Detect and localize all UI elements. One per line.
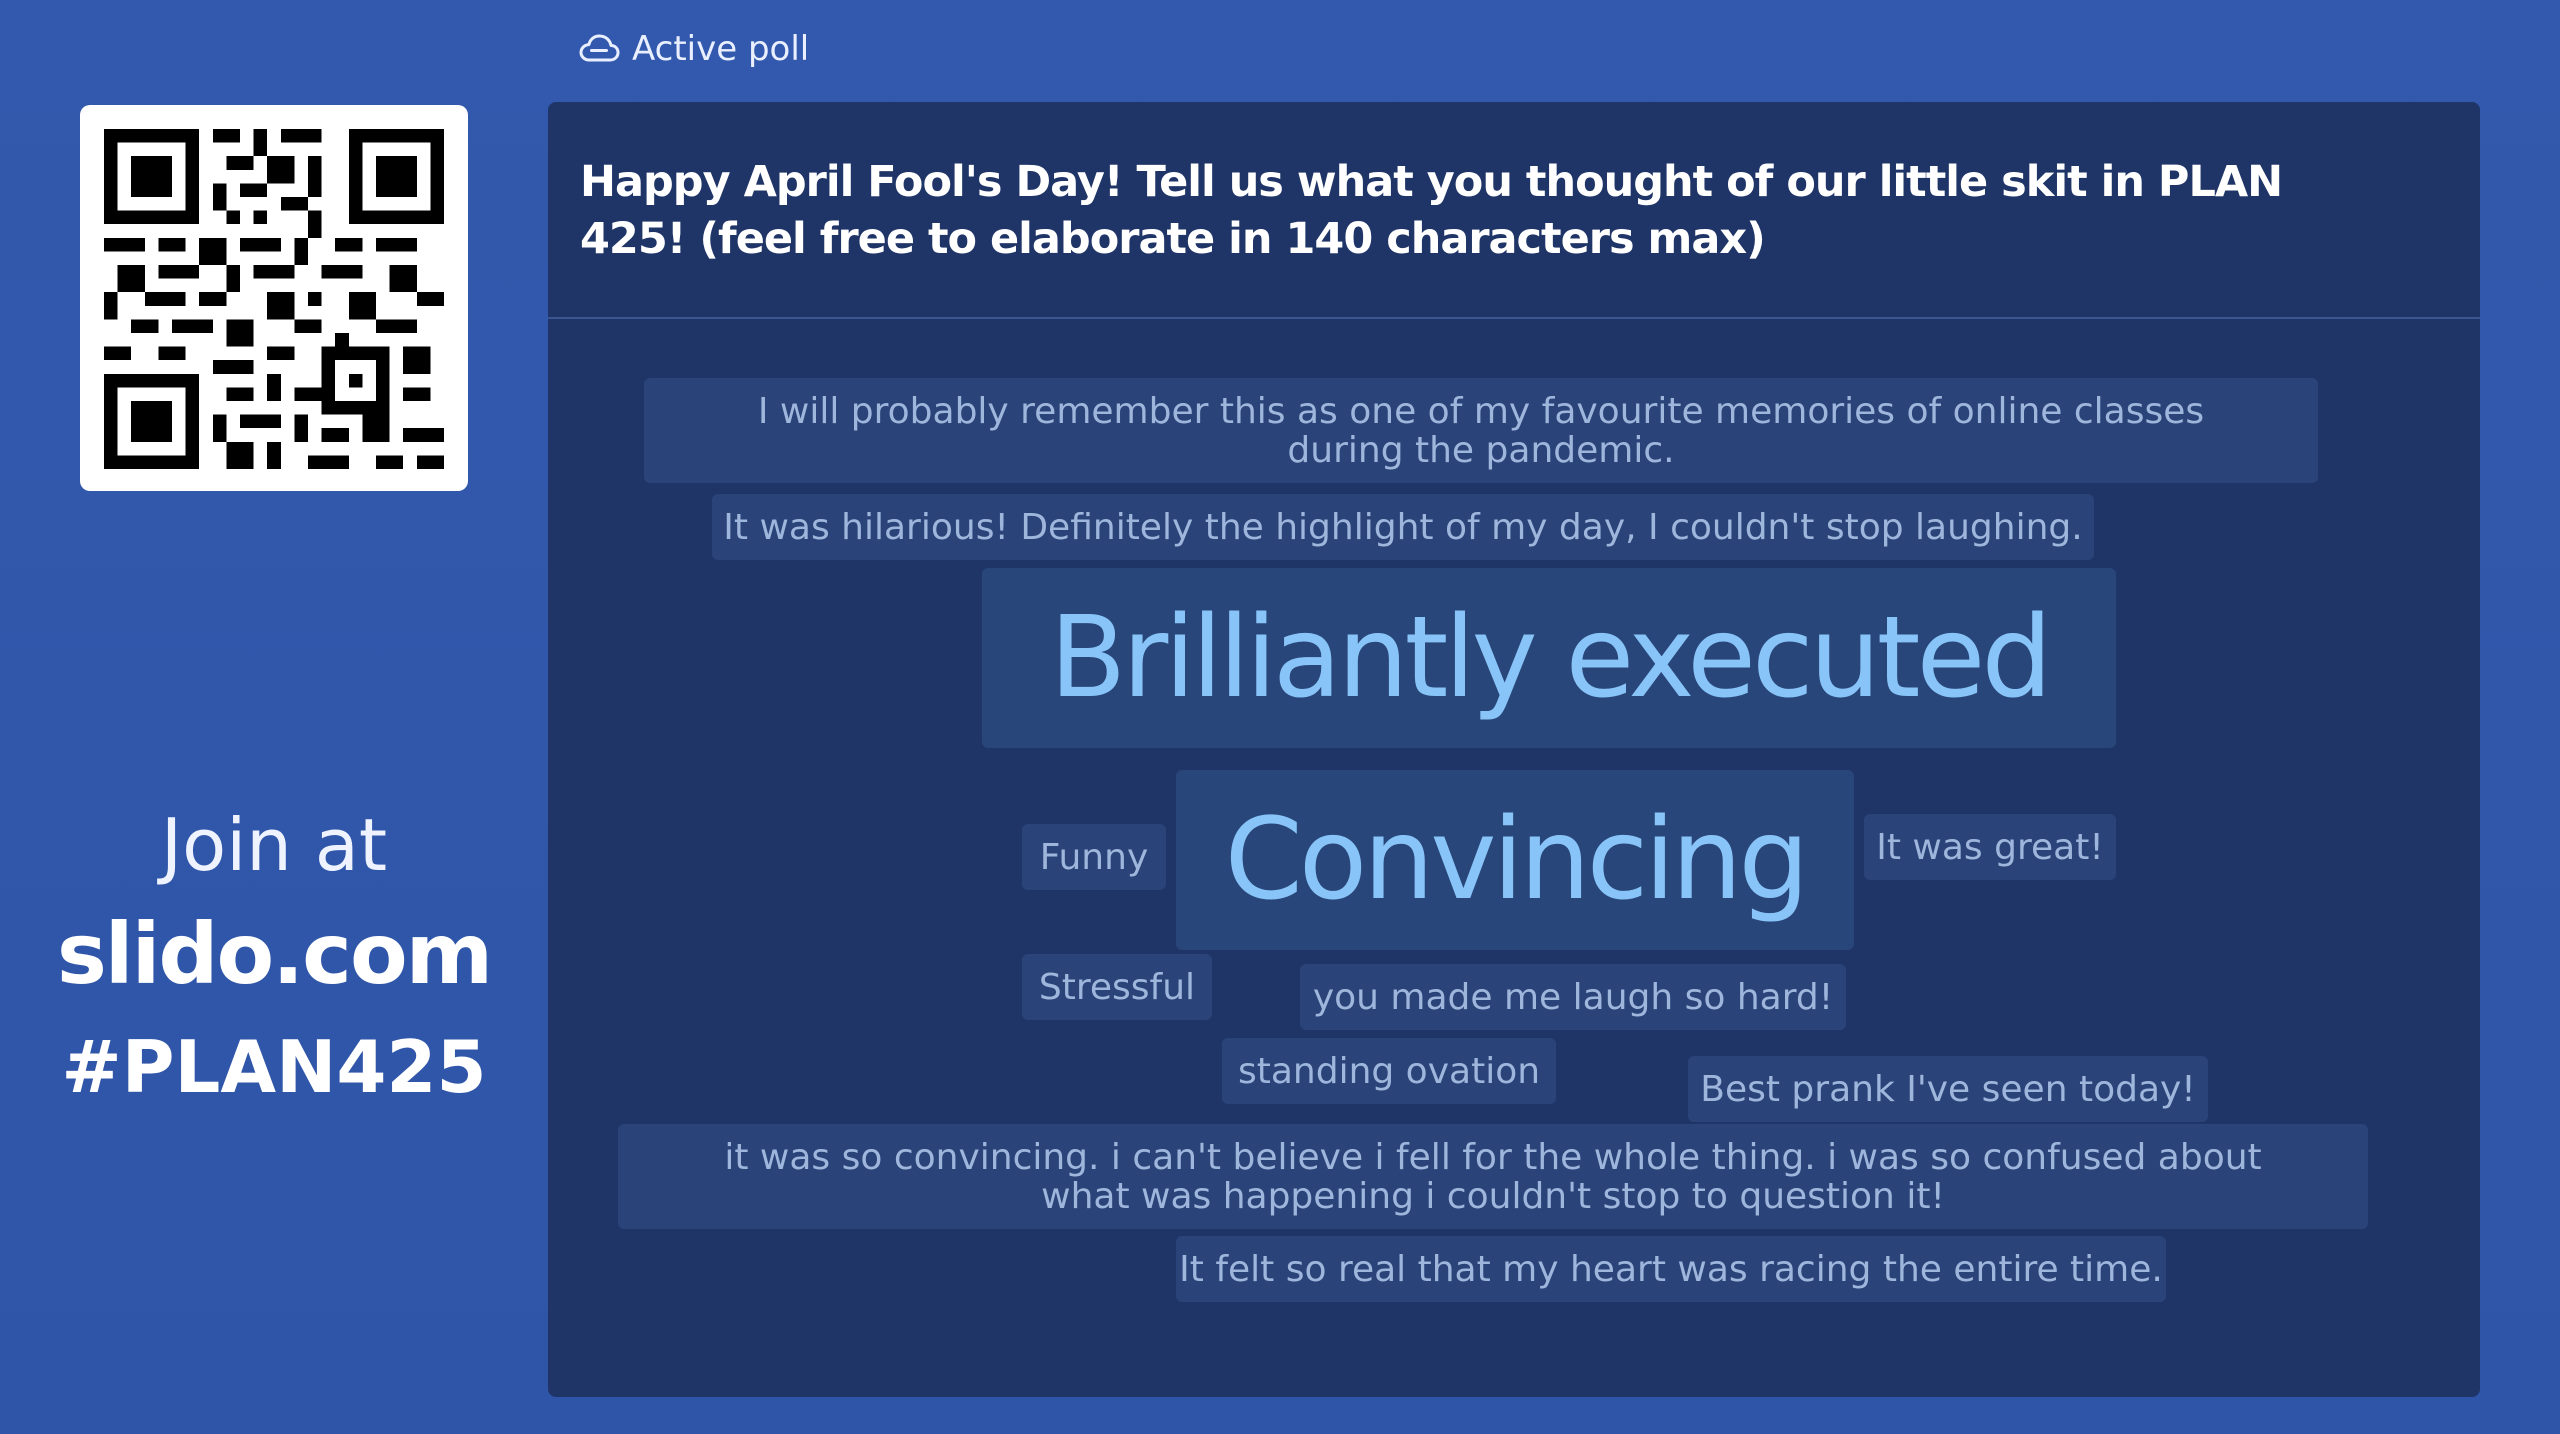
poll-question: Happy April Fool's Day! Tell us what you… [580, 157, 2283, 264]
qr-code-card [80, 105, 468, 491]
event-code: #PLAN425 [61, 1025, 487, 1109]
response-tile: It was hilarious! Definitely the highlig… [712, 494, 2094, 560]
response-tile: it was so convincing. i can't believe i … [618, 1124, 2368, 1229]
response-tile: you made me laugh so hard! [1300, 964, 1846, 1030]
active-poll-status: Active poll [578, 26, 809, 72]
join-label: Join at [160, 803, 388, 887]
response-tile: Brilliantly executed [982, 568, 2116, 748]
divider [548, 317, 2480, 319]
response-tile: Best prank I've seen today! [1688, 1056, 2208, 1122]
join-url[interactable]: slido.com [30, 905, 518, 1003]
qr-code-image [104, 129, 444, 469]
response-tile: Stressful [1022, 954, 1212, 1020]
poll-panel: Happy April Fool's Day! Tell us what you… [548, 102, 2480, 1397]
cloud-poll-icon [579, 34, 620, 62]
response-tile: I will probably remember this as one of … [644, 378, 2318, 483]
response-tile: Convincing [1176, 770, 1854, 950]
response-tile: It was great! [1864, 814, 2116, 880]
response-tile: Funny [1022, 824, 1166, 890]
response-tile: standing ovation [1222, 1038, 1556, 1104]
active-poll-label: Active poll [632, 29, 810, 69]
response-tile: It felt so real that my heart was racing… [1176, 1236, 2166, 1302]
